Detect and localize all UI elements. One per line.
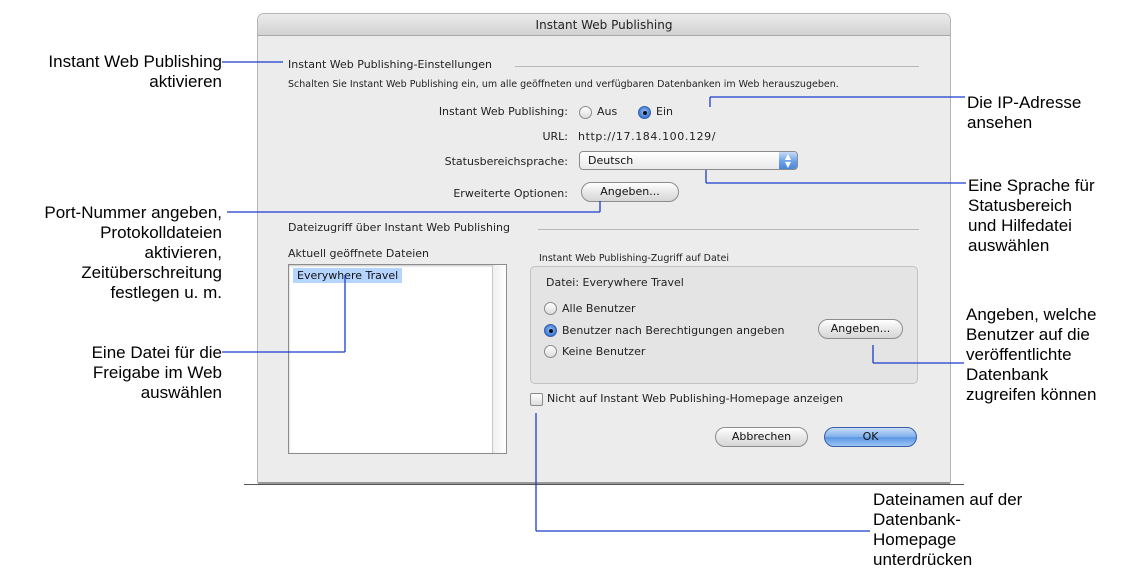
list-scrollbar[interactable] xyxy=(492,265,506,453)
callout-select-file: Eine Datei für die Freigabe im Web auswä… xyxy=(91,343,222,402)
radio-on[interactable] xyxy=(638,106,651,119)
callout-ip: Die IP-Adresse ansehen xyxy=(967,93,1082,132)
window-title: Instant Web Publishing xyxy=(258,14,950,36)
file-access-group-rule xyxy=(538,229,919,230)
radio-users-by-privileges[interactable] xyxy=(544,324,557,337)
select-arrows-icon: ▲ ▼ xyxy=(779,152,797,169)
radio-all-users[interactable] xyxy=(544,302,557,315)
radio-off[interactable] xyxy=(579,106,592,119)
open-files-list[interactable]: Everywhere Travel xyxy=(288,264,507,454)
language-select[interactable]: Deutsch ▲ ▼ xyxy=(579,151,798,170)
callout-activate: Instant Web Publishing aktivieren xyxy=(48,52,222,91)
radio-on-label: Ein xyxy=(656,105,673,118)
language-label: Statusbereichsprache: xyxy=(444,155,568,168)
settings-group-rule xyxy=(515,66,919,67)
hide-from-homepage-label: Nicht auf Instant Web Publishing-Homepag… xyxy=(547,392,844,405)
radio-no-users-label: Keine Benutzer xyxy=(562,345,646,358)
url-label: URL: xyxy=(542,130,568,143)
callout-users: Angeben, welche Benutzer auf die veröffe… xyxy=(966,305,1097,404)
language-select-value: Deutsch xyxy=(588,154,634,167)
dialog-window: Instant Web Publishing Instant Web Publi… xyxy=(258,14,950,482)
radio-all-users-label: Alle Benutzer xyxy=(562,302,636,315)
settings-description: Schalten Sie Instant Web Publishing ein,… xyxy=(288,79,839,90)
url-value: http://17.184.100.129/ xyxy=(578,130,717,143)
list-item-selected-file[interactable]: Everywhere Travel xyxy=(293,268,403,283)
radio-users-by-privileges-label: Benutzer nach Berechtigungen angeben xyxy=(562,324,785,337)
hide-from-homepage-checkbox[interactable] xyxy=(530,393,543,406)
window-bottom-edge xyxy=(244,484,964,485)
iwp-label: Instant Web Publishing: xyxy=(438,105,568,118)
callout-port: Port-Nummer angeben, Protokolldateien ak… xyxy=(44,203,222,302)
file-access-group-title: Dateizugriff über Instant Web Publishing xyxy=(288,221,510,234)
access-file-line: Datei: Everywhere Travel xyxy=(546,276,684,289)
access-box-title: Instant Web Publishing-Zugriff auf Datei xyxy=(539,253,730,264)
settings-group-title: Instant Web Publishing-Einstellungen xyxy=(288,58,493,71)
radio-off-label: Aus xyxy=(597,105,618,118)
callout-hide: Dateinamen auf der Datenbank- Homepage u… xyxy=(873,490,1023,569)
open-files-label: Aktuell geöffnete Dateien xyxy=(288,247,430,260)
ok-button[interactable]: OK xyxy=(824,427,917,447)
specify-users-button[interactable]: Angeben... xyxy=(818,319,903,339)
callout-language: Eine Sprache für Statusbereich und Hilfe… xyxy=(968,176,1095,255)
advanced-label: Erweiterte Optionen: xyxy=(453,187,568,200)
cancel-button[interactable]: Abbrechen xyxy=(715,427,808,447)
radio-no-users[interactable] xyxy=(544,345,557,358)
advanced-options-button[interactable]: Angeben... xyxy=(581,182,679,202)
